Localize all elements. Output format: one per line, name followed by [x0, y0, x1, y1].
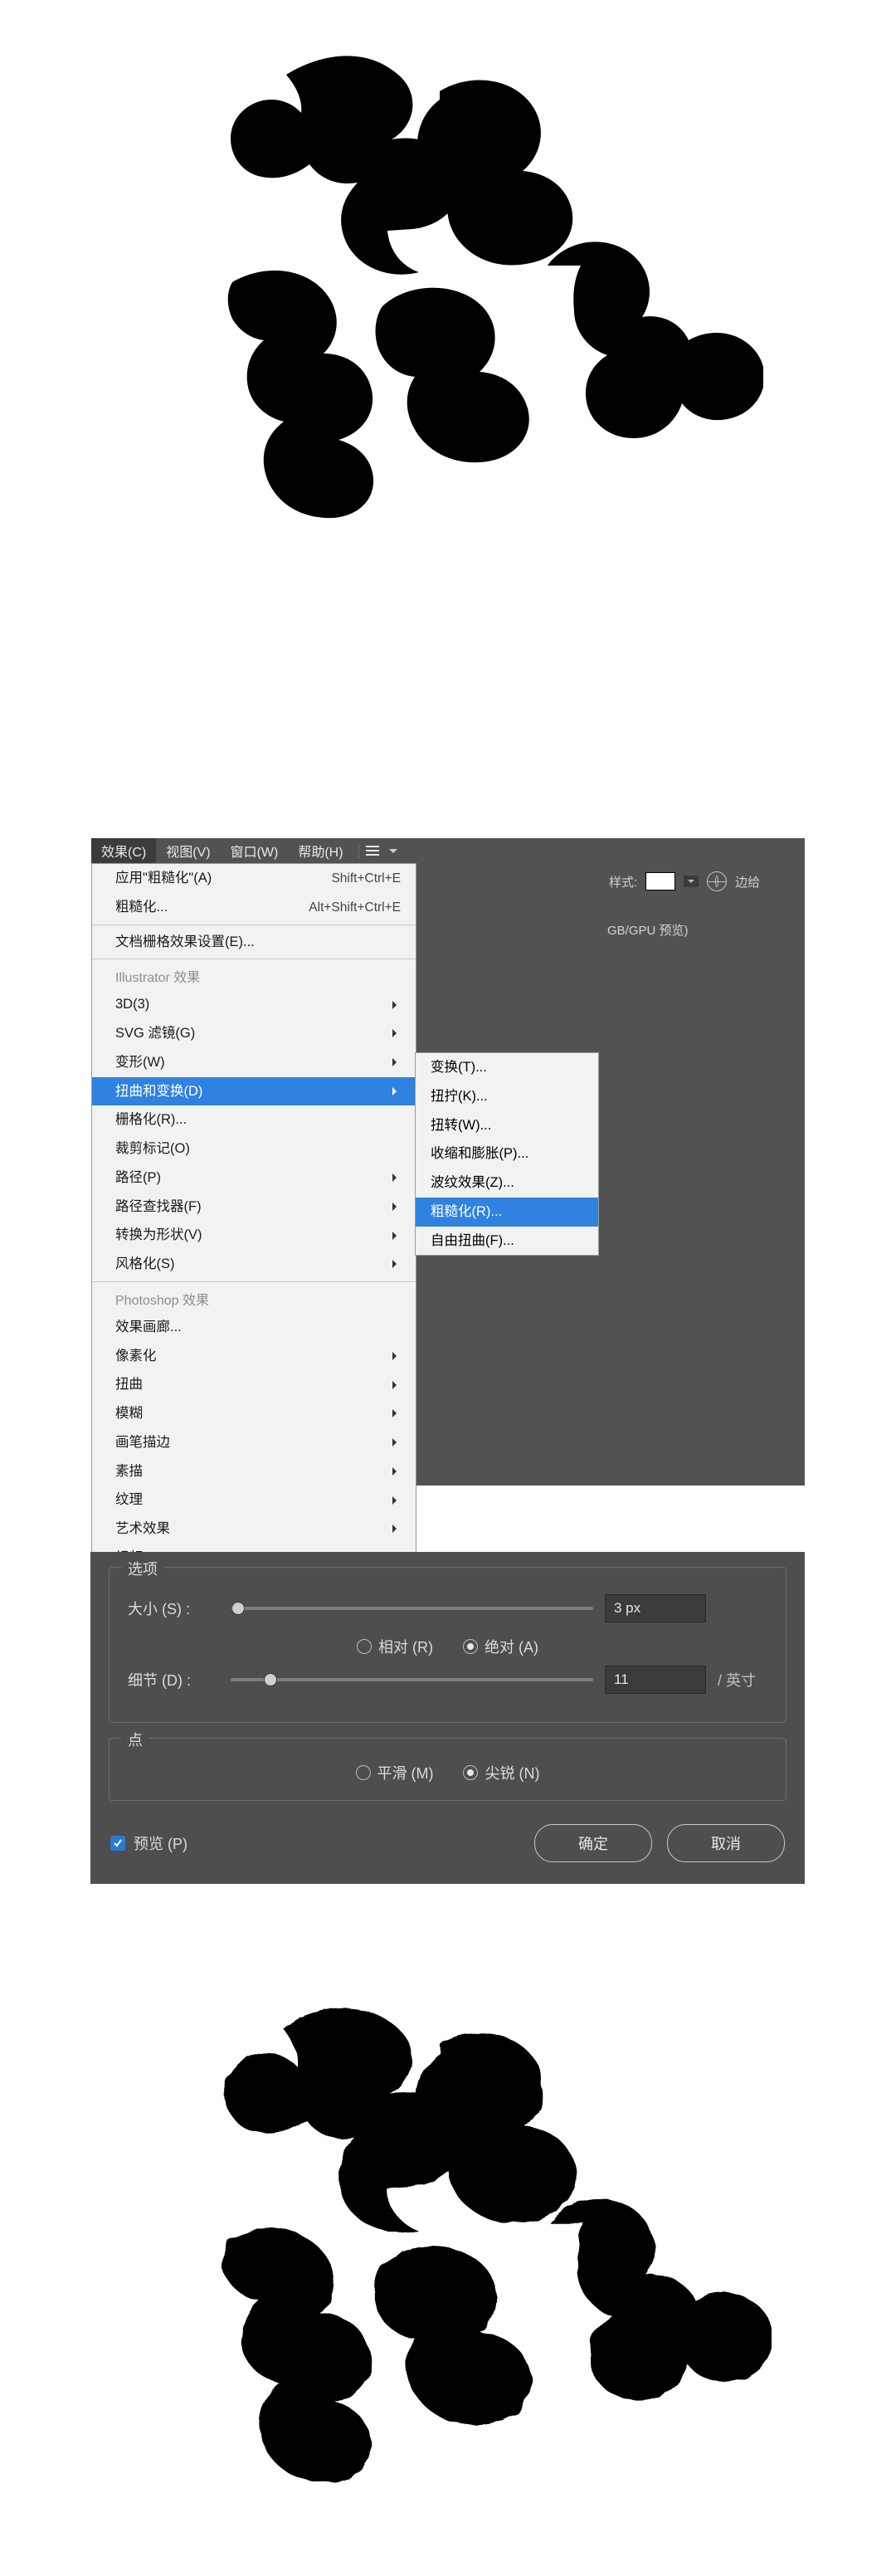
menu-apply-last[interactable]: 应用"粗糙化"(A) Shift+Ctrl+E: [92, 864, 416, 893]
menubar-effects[interactable]: 效果(C): [91, 838, 156, 863]
detail-unit: / 英寸: [718, 1669, 767, 1690]
submenu-free-distort[interactable]: 自由扭曲(F)...: [416, 1227, 598, 1256]
detail-label: 细节 (D) :: [128, 1669, 219, 1690]
options-group-title: 选项: [121, 1558, 164, 1579]
menu-stylize-ai[interactable]: 风格化(S): [92, 1250, 416, 1279]
size-input[interactable]: 3 px: [605, 1594, 706, 1622]
size-slider[interactable]: [231, 1607, 593, 1610]
menu-pixelate[interactable]: 像素化: [92, 1342, 416, 1371]
distort-transform-submenu: 变换(T)... 扭拧(K)... 扭转(W)... 收缩和膨胀(P)... 波…: [415, 1052, 599, 1256]
menu-effect-gallery[interactable]: 效果画廊...: [92, 1313, 416, 1342]
menu-pathfinder[interactable]: 路径查找器(F): [92, 1193, 416, 1222]
menu-brush-strokes[interactable]: 画笔描边: [92, 1428, 416, 1457]
chevron-down-icon: [389, 849, 397, 857]
menu-warp[interactable]: 变形(W): [92, 1048, 416, 1077]
menu-distort-transform[interactable]: 扭曲和变换(D): [92, 1077, 416, 1106]
submenu-pucker-bloat[interactable]: 收缩和膨胀(P)...: [416, 1139, 598, 1168]
menu-last-effect[interactable]: 粗糙化... Alt+Shift+Ctrl+E: [92, 893, 416, 922]
cancel-button[interactable]: 取消: [667, 1824, 785, 1862]
ok-button[interactable]: 确定: [534, 1824, 652, 1862]
menubar-view[interactable]: 视图(V): [156, 838, 220, 863]
style-dropdown-icon[interactable]: [684, 876, 699, 887]
preview-checkbox[interactable]: [110, 1836, 125, 1851]
heading-illustrator-effects: Illustrator 效果: [92, 962, 416, 990]
submenu-twist[interactable]: 扭转(W)...: [416, 1111, 598, 1140]
preview-mode-label: GB/GPU 预览): [597, 916, 699, 944]
menu-distort-ps[interactable]: 扭曲: [92, 1370, 416, 1399]
typography-artwork-rough: [124, 1983, 772, 2515]
relative-radio[interactable]: 相对 (R): [357, 1636, 433, 1657]
menu-rasterize[interactable]: 栅格化(R)...: [92, 1105, 416, 1134]
control-bar-right: 样式: 边给 GB/GPU 预览): [597, 863, 805, 1486]
detail-input[interactable]: 11: [605, 1666, 706, 1694]
menubar-help[interactable]: 帮助(H): [288, 838, 353, 863]
absolute-radio[interactable]: 绝对 (A): [463, 1636, 538, 1657]
submenu-tweak[interactable]: 扭拧(K)...: [416, 1082, 598, 1111]
size-label: 大小 (S) :: [128, 1598, 219, 1619]
menubar: 效果(C) 视图(V) 窗口(W) 帮助(H): [91, 838, 805, 863]
corner-radio[interactable]: 尖锐 (N): [463, 1762, 539, 1783]
menu-artistic[interactable]: 艺术效果: [92, 1515, 416, 1544]
illustrator-effects-menu-screenshot: 效果(C) 视图(V) 窗口(W) 帮助(H) 样式: 边给 GB/GPU 预览…: [91, 838, 805, 1486]
arrange-docs-icon[interactable]: [364, 844, 381, 857]
submenu-zigzag[interactable]: 波纹效果(Z)...: [416, 1168, 598, 1198]
style-swatch[interactable]: [645, 872, 675, 890]
menu-blur[interactable]: 模糊: [92, 1399, 416, 1428]
roughen-dialog: 选项 大小 (S) : 3 px 相对 (R) 绝对 (A): [90, 1552, 805, 1884]
submenu-transform[interactable]: 变换(T)...: [416, 1053, 598, 1082]
points-group-title: 点: [121, 1729, 149, 1750]
globe-icon[interactable]: [707, 871, 727, 891]
points-group: 点 平滑 (M) 尖锐 (N): [109, 1738, 786, 1801]
menu-sketch[interactable]: 素描: [92, 1457, 416, 1486]
menu-crop-marks[interactable]: 裁剪标记(O): [92, 1134, 416, 1164]
typography-artwork-clean: [133, 33, 763, 548]
heading-photoshop-effects: Photoshop 效果: [92, 1285, 416, 1313]
detail-slider[interactable]: [231, 1678, 593, 1681]
menu-texture[interactable]: 纹理: [92, 1486, 416, 1515]
menu-3d[interactable]: 3D(3): [92, 990, 416, 1019]
preview-label: 预览 (P): [134, 1832, 187, 1854]
edge-label: 边给: [735, 873, 760, 890]
smooth-radio[interactable]: 平滑 (M): [356, 1762, 434, 1783]
menubar-window[interactable]: 窗口(W): [221, 838, 289, 863]
options-group: 选项 大小 (S) : 3 px 相对 (R) 绝对 (A): [109, 1567, 786, 1723]
menu-path[interactable]: 路径(P): [92, 1164, 416, 1193]
menu-convert-shape[interactable]: 转换为形状(V): [92, 1221, 416, 1250]
menu-doc-raster-settings[interactable]: 文档栅格效果设置(E)...: [92, 928, 416, 957]
submenu-roughen[interactable]: 粗糙化(R)...: [416, 1198, 598, 1227]
effects-dropdown: 应用"粗糙化"(A) Shift+Ctrl+E 粗糙化... Alt+Shift…: [91, 863, 416, 1602]
menu-svg-filters[interactable]: SVG 滤镜(G): [92, 1019, 416, 1048]
style-label: 样式:: [609, 873, 637, 890]
